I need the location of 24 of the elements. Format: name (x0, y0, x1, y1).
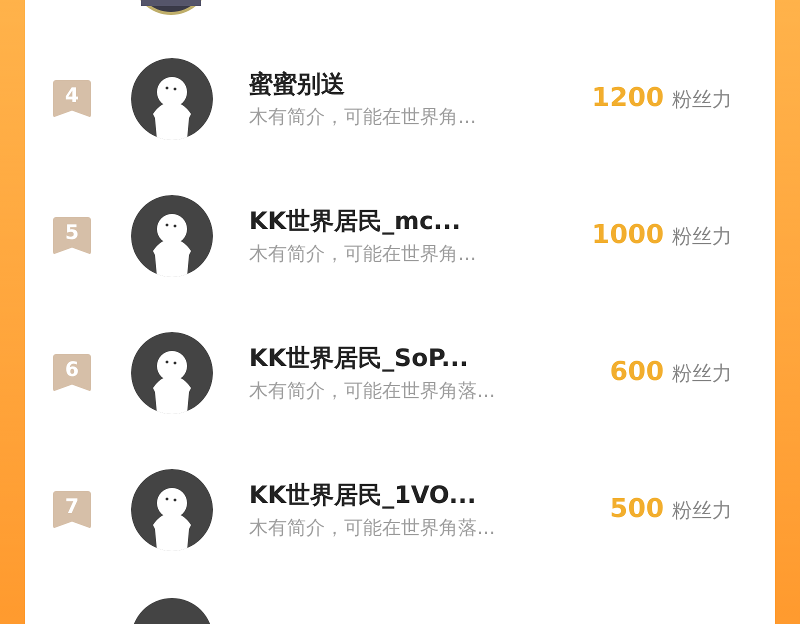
score-label: 粉丝力 (672, 223, 732, 250)
user-name: 蜜蜜别送 (249, 68, 346, 98)
user-bio: 木有简介，可能在世界角落... (249, 378, 496, 402)
user-bio: 木有简介，可能在世界角... (249, 104, 478, 128)
avatar-icon (131, 468, 213, 550)
fan-score: 500 (610, 493, 664, 526)
score-label: 粉丝力 (672, 86, 732, 113)
fan-score: 1000 (592, 219, 664, 252)
fan-score: 600 (610, 356, 664, 389)
score-label: 粉丝力 (672, 360, 732, 387)
fan-score: 1200 (592, 82, 664, 115)
avatar-icon (131, 194, 213, 276)
rank-badge: 4 (53, 80, 91, 118)
score-label: 粉丝力 (672, 497, 732, 524)
user-bio: 木有简介，可能在世界角... (249, 242, 478, 266)
rank-badge: 5 (53, 216, 91, 254)
rank-badge: 6 (53, 354, 91, 392)
user-bio: 木有简介，可能在世界角落... (249, 516, 496, 540)
user-name: KK世界居民_1VO... (249, 480, 478, 510)
rank-badge: 7 (53, 490, 91, 528)
user-name: KK世界居民_mc... (249, 206, 462, 236)
avatar-icon (131, 332, 213, 414)
user-name: KK世界居民_SoP... (249, 342, 470, 372)
avatar-icon (131, 58, 213, 140)
